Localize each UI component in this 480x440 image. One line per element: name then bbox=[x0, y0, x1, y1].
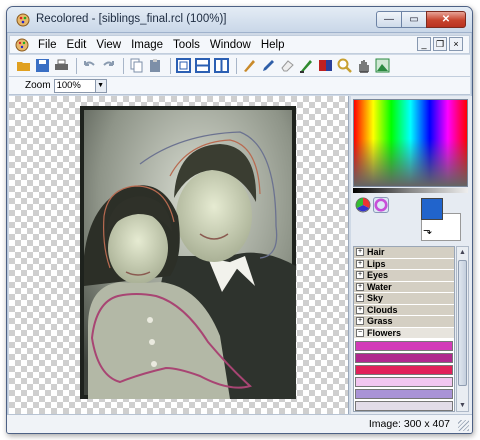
zoom-label: Zoom bbox=[25, 80, 51, 91]
menu-bar: File Edit View Image Tools Window Help _… bbox=[9, 35, 470, 54]
flower-color-swatch[interactable] bbox=[355, 377, 453, 387]
save-icon[interactable] bbox=[34, 57, 51, 74]
photo-image bbox=[80, 106, 296, 399]
layer-item-sky[interactable]: + Sky bbox=[354, 293, 454, 305]
hand-icon[interactable] bbox=[355, 57, 372, 74]
flower-color-swatch[interactable] bbox=[355, 365, 453, 375]
view-vertical-icon[interactable] bbox=[213, 57, 230, 74]
layer-label: Hair bbox=[367, 247, 385, 258]
menu-view[interactable]: View bbox=[91, 39, 126, 51]
expand-icon[interactable]: + bbox=[356, 305, 364, 314]
zoom-input[interactable]: 100% bbox=[53, 78, 96, 93]
title-bar: Recolored - [siblings_final.rcl (100%)] … bbox=[7, 7, 472, 33]
layer-item-hair[interactable]: + Hair bbox=[354, 247, 454, 259]
window-title: Recolored - [siblings_final.rcl (100%)] bbox=[36, 13, 227, 25]
maximize-button[interactable]: ▭ bbox=[401, 11, 427, 28]
flower-color-swatch[interactable] bbox=[355, 401, 453, 411]
swap-colors-icon[interactable]: ⬎ bbox=[423, 224, 432, 237]
eraser-icon[interactable] bbox=[279, 57, 296, 74]
expand-icon[interactable]: + bbox=[356, 259, 364, 268]
layer-scrollbar[interactable]: ▲ ▼ bbox=[456, 246, 469, 412]
color-fill-icon[interactable] bbox=[317, 57, 334, 74]
brush-icon[interactable] bbox=[241, 57, 258, 74]
app-icon bbox=[16, 13, 30, 27]
doc-restore-button[interactable]: ❐ bbox=[433, 37, 447, 51]
copy-icon[interactable] bbox=[128, 57, 145, 74]
menu-edit[interactable]: Edit bbox=[62, 39, 92, 51]
document-icon bbox=[15, 38, 29, 51]
layer-label: Flowers bbox=[367, 327, 402, 338]
foreground-color-swatch[interactable] bbox=[421, 198, 443, 220]
layer-label: Eyes bbox=[367, 270, 389, 281]
layer-item-grass[interactable]: + Grass bbox=[354, 316, 454, 328]
chevron-down-icon[interactable]: ▼ bbox=[95, 78, 107, 93]
view-single-icon[interactable] bbox=[175, 57, 192, 74]
collapse-icon[interactable]: − bbox=[356, 328, 364, 337]
print-icon[interactable] bbox=[53, 57, 70, 74]
flower-color-swatch[interactable] bbox=[355, 353, 453, 363]
doc-minimize-button[interactable]: _ bbox=[417, 37, 431, 51]
menu-file[interactable]: File bbox=[33, 39, 62, 51]
redo-icon[interactable] bbox=[100, 57, 117, 74]
layer-label: Grass bbox=[367, 316, 393, 327]
color-ring-icon[interactable] bbox=[373, 197, 389, 213]
image-canvas[interactable] bbox=[9, 96, 349, 414]
toolbar-separator bbox=[236, 57, 237, 74]
paste-icon[interactable] bbox=[147, 57, 164, 74]
minimize-button[interactable]: — bbox=[376, 11, 402, 28]
menu-tools[interactable]: Tools bbox=[168, 39, 205, 51]
view-horizontal-icon[interactable] bbox=[194, 57, 211, 74]
close-button[interactable]: ✕ bbox=[426, 11, 466, 28]
color-spectrum-picker[interactable] bbox=[353, 99, 468, 187]
color-wheel-icon[interactable] bbox=[355, 197, 371, 213]
expand-icon[interactable]: + bbox=[356, 248, 364, 257]
grayscale-strip[interactable] bbox=[353, 188, 468, 193]
scroll-thumb[interactable] bbox=[458, 260, 467, 386]
pencil-icon[interactable] bbox=[260, 57, 277, 74]
layer-label: Clouds bbox=[367, 304, 398, 315]
toolbar-separator bbox=[76, 57, 77, 74]
color-panel: ⬎ + Hair + Lips + Eyes + Water + Sky + Clouds + Grass… bbox=[351, 96, 472, 414]
fit-image-icon[interactable] bbox=[374, 57, 391, 74]
expand-icon[interactable]: + bbox=[356, 282, 364, 291]
magnifier-icon[interactable] bbox=[336, 57, 353, 74]
toolbar-separator bbox=[123, 57, 124, 74]
toolbar bbox=[9, 55, 470, 77]
doc-close-button[interactable]: × bbox=[449, 37, 463, 51]
menu-image[interactable]: Image bbox=[126, 39, 168, 51]
undo-icon[interactable] bbox=[81, 57, 98, 74]
resize-grip-icon[interactable] bbox=[458, 420, 469, 431]
layer-item-flowers[interactable]: − Flowers bbox=[354, 327, 454, 339]
app-window: Recolored - [siblings_final.rcl (100%)] … bbox=[6, 6, 473, 434]
layer-label: Water bbox=[367, 281, 392, 292]
layer-label: Lips bbox=[367, 258, 386, 269]
layer-list: + Hair + Lips + Eyes + Water + Sky + Clouds + Grass − F… bbox=[353, 246, 455, 412]
flower-color-swatch[interactable] bbox=[355, 389, 453, 399]
layer-label: Sky bbox=[367, 293, 384, 304]
layer-item-lips[interactable]: + Lips bbox=[354, 258, 454, 270]
menu-help[interactable]: Help bbox=[256, 39, 290, 51]
status-bar: Image: 300 x 407 bbox=[7, 414, 472, 433]
pen-icon[interactable] bbox=[298, 57, 315, 74]
toolbar-separator bbox=[170, 57, 171, 74]
expand-icon[interactable]: + bbox=[356, 294, 364, 303]
expand-icon[interactable]: + bbox=[356, 271, 364, 280]
expand-icon[interactable]: + bbox=[356, 317, 364, 326]
layer-item-eyes[interactable]: + Eyes bbox=[354, 270, 454, 282]
image-size-status: Image: 300 x 407 bbox=[368, 418, 450, 430]
zoom-bar: Zoom 100% ▼ bbox=[9, 77, 470, 95]
scroll-down-icon[interactable]: ▼ bbox=[457, 400, 468, 411]
layer-item-clouds[interactable]: + Clouds bbox=[354, 304, 454, 316]
open-folder-icon[interactable] bbox=[15, 57, 32, 74]
menu-window[interactable]: Window bbox=[205, 39, 256, 51]
layer-item-water[interactable]: + Water bbox=[354, 281, 454, 293]
flower-color-swatch[interactable] bbox=[355, 341, 453, 351]
scroll-up-icon[interactable]: ▲ bbox=[457, 247, 468, 258]
